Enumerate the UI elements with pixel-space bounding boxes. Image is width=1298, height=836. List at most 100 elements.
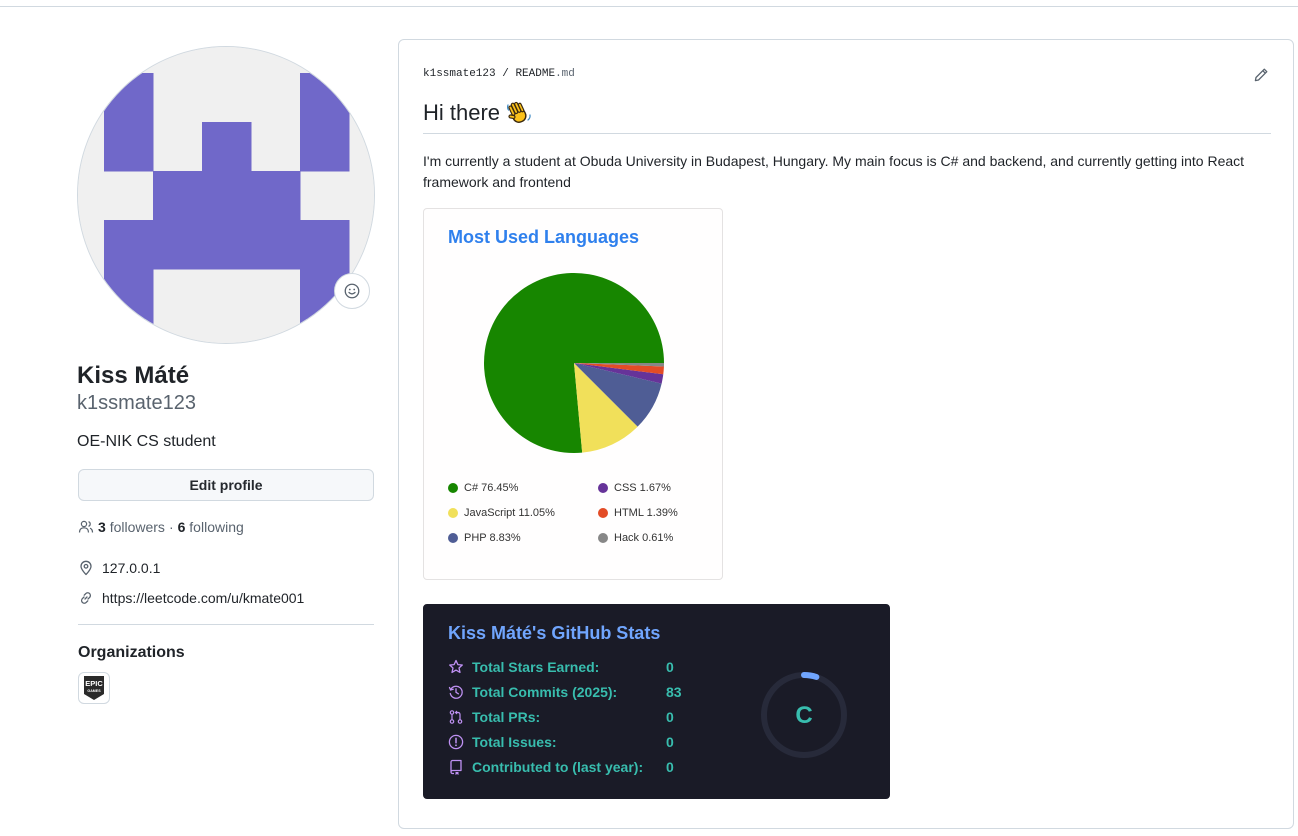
readme-heading-text: Hi there [423,100,501,125]
github-stats-card: Kiss Máté's GitHub Stats Total Stars Ear… [423,604,890,799]
legend-item: C# 76.45% [448,482,518,494]
organizations-heading: Organizations [78,644,185,661]
languages-pie-chart [484,273,664,453]
sidebar-divider [78,624,374,625]
location-text: 127.0.0.1 [102,560,161,576]
edit-readme-button[interactable] [1253,67,1269,88]
link-icon [80,592,92,604]
identicon-block [104,318,154,343]
identicon-block [104,73,154,123]
profile-location: 127.0.0.1 [78,560,160,576]
stat-label: Total PRs: [472,709,541,725]
legend-item: HTML 1.39% [598,507,678,519]
stat-value: 0 [666,759,674,775]
following-link[interactable]: 6 following [178,519,244,535]
avatar[interactable] [77,46,375,344]
legend-dot [598,483,608,493]
smiley-icon [344,283,360,299]
stat-label: Total Stars Earned: [472,659,600,675]
legend-label: Hack 0.61% [614,532,674,544]
edit-profile-button[interactable]: Edit profile [78,469,374,501]
breadcrumb-file: README [515,68,556,80]
profile-avatar-container [77,46,375,344]
identicon-block [202,220,252,270]
readme-heading: Hi there [423,100,532,126]
repo-icon [450,759,462,775]
following-label: following [189,519,244,535]
legend-dot [448,508,458,518]
star-icon [449,659,463,674]
identicon-block [202,122,252,172]
rank-circle: C [761,672,847,758]
legend-dot [598,508,608,518]
pencil-icon [1254,68,1268,82]
identicon-block [300,73,350,123]
stat-row-commits: Total Commits (2025): 83 [448,683,682,701]
org-epic-games[interactable]: EPIC GAMES [78,672,110,704]
languages-card: Most Used Languages C# 76.45% CSS 1.67% Ja… [423,208,723,580]
legend-label: HTML 1.39% [614,507,678,519]
follow-separator: · [168,519,174,535]
readme-card: k1ssmate123 / README.md Hi there I'm cur… [398,39,1294,829]
legend-item: PHP 8.83% [448,532,521,544]
location-icon [80,560,92,576]
profile-bio: OE-NIK CS student [77,433,216,450]
issue-icon [448,734,464,750]
header-divider [0,6,1298,7]
followers-label: followers [109,519,165,535]
breadcrumb: k1ssmate123 / README.md [423,68,575,80]
epic-games-logo-icon: EPIC GAMES [84,676,104,700]
breadcrumb-user-link[interactable]: k1ssmate123 [423,68,496,80]
stat-row-stars: Total Stars Earned: 0 [448,658,674,676]
identicon-block [104,269,154,319]
followers-count: 3 [98,519,106,535]
stats-card-title: Kiss Máté's GitHub Stats [448,623,661,643]
legend-item: CSS 1.67% [598,482,671,494]
svg-text:GAMES: GAMES [87,689,101,693]
website-link[interactable]: https://leetcode.com/u/kmate001 [102,590,304,606]
stat-row-contributed: Contributed to (last year): 0 [448,758,674,776]
breadcrumb-separator: / [502,68,509,80]
set-status-button[interactable] [334,273,370,309]
follow-stats: 3 followers · 6 following [78,519,244,535]
identicon-block [251,171,301,221]
stat-row-issues: Total Issues: 0 [448,733,674,751]
identicon [78,47,374,343]
svg-text:EPIC: EPIC [85,679,103,688]
legend-item: JavaScript 11.05% [448,507,555,519]
legend-dot [448,483,458,493]
stat-value: 0 [666,659,674,675]
readme-paragraph: I'm currently a student at Obuda Univers… [423,153,1245,190]
pull-request-icon [449,710,463,724]
rank-letter: C [795,702,812,729]
identicon-block [153,220,203,270]
breadcrumb-file-ext: .md [555,68,575,80]
stat-value: 83 [666,684,682,700]
stat-row-prs: Total PRs: 0 [448,708,674,726]
identicon-block [202,171,252,221]
stat-label: Total Commits (2025): [472,684,618,700]
stat-label: Total Issues: [472,734,557,750]
followers-link[interactable]: 3 followers [98,519,165,535]
stat-value: 0 [666,734,674,750]
legend-dot [448,533,458,543]
identicon-block [300,318,350,343]
identicon-block [251,220,301,270]
legend-label: CSS 1.67% [614,482,671,494]
stat-label: Contributed to (last year): [472,759,644,775]
stat-value: 0 [666,709,674,725]
legend-label: JavaScript 11.05% [464,507,555,519]
identicon-block [104,122,154,172]
waving-hand-icon [507,101,531,123]
legend-label: C# 76.45% [464,482,519,494]
identicon-block [300,220,350,270]
following-count: 6 [177,519,186,535]
legend-label: PHP 8.83% [464,532,521,544]
profile-full-name: Kiss Máté [77,362,190,389]
identicon-block [104,220,154,270]
rank-progress-arc [801,672,820,680]
commits-icon [448,685,463,699]
profile-username: k1ssmate123 [77,392,196,414]
legend-dot [598,533,608,543]
identicon-block [300,122,350,172]
